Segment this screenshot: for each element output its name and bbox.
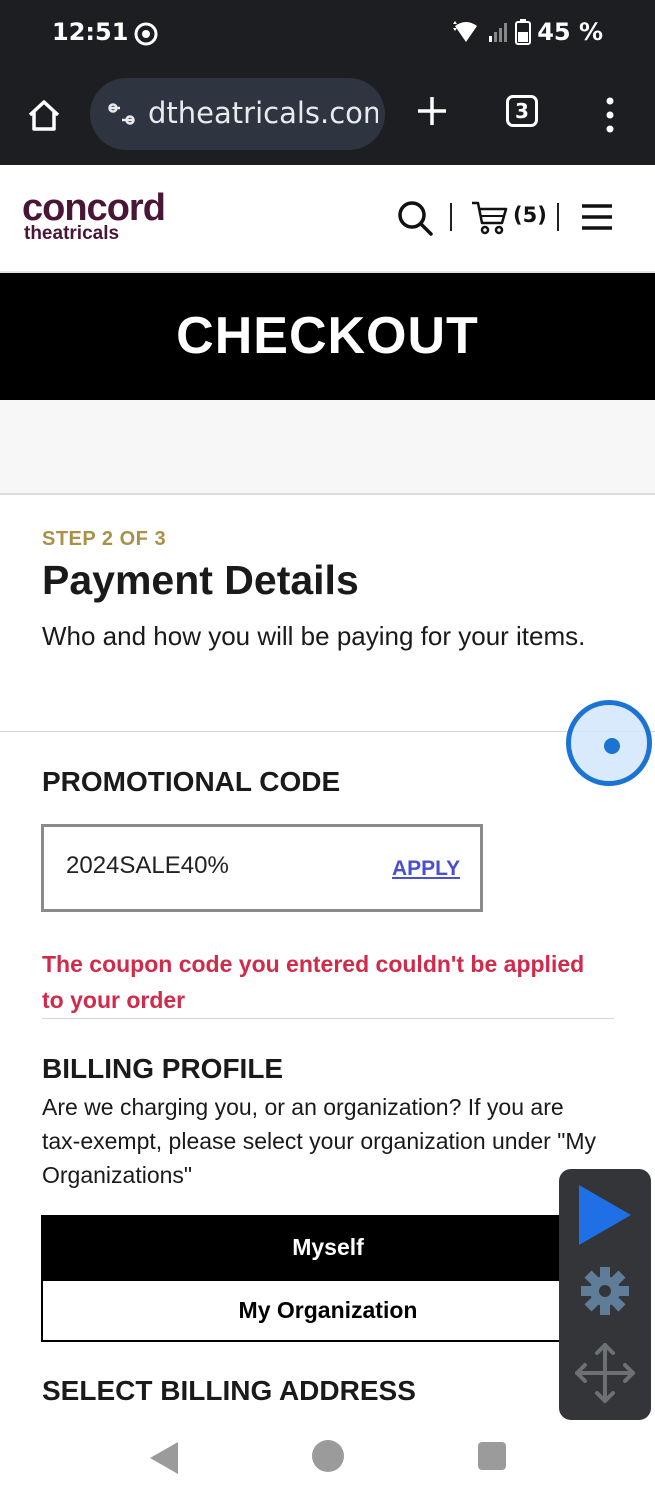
apply-button[interactable]: APPLY	[392, 857, 460, 881]
touch-dot	[604, 738, 620, 754]
promo-error: The coupon code you entered couldn't be …	[42, 951, 585, 1013]
billing-myself-button[interactable]: Myself	[41, 1215, 615, 1279]
site-header: concord theatricals (5)	[0, 165, 655, 273]
status-time: 12:51	[52, 18, 129, 46]
hamburger-icon[interactable]	[580, 203, 614, 231]
header-divider	[450, 203, 452, 231]
address-bar[interactable]: dtheatricals.com	[90, 78, 385, 150]
divider	[0, 731, 655, 732]
more-icon[interactable]	[600, 95, 620, 135]
cart-icon	[472, 201, 508, 235]
cart-button[interactable]: (5)	[470, 197, 550, 237]
billing-description: Are we charging you, or an organization?…	[42, 1094, 597, 1188]
site-info-icon[interactable]	[108, 102, 136, 126]
move-icon[interactable]	[573, 1341, 637, 1405]
system-nav-bar	[0, 1420, 655, 1500]
divider	[42, 1018, 614, 1019]
status-bar: 12:51 45 %	[0, 0, 655, 68]
floating-toolbox	[559, 1169, 651, 1420]
gear-icon[interactable]	[579, 1265, 631, 1317]
checkout-banner: CHECKOUT	[0, 273, 655, 400]
cart-count: (5)	[513, 203, 547, 227]
tabs-icon[interactable]: 3	[506, 95, 538, 127]
browser-toolbar: dtheatricals.com 3	[0, 68, 655, 167]
floating-touch-target[interactable]	[566, 700, 652, 786]
progress-strip	[0, 400, 655, 495]
signal-icon	[489, 23, 508, 42]
promo-code-input[interactable]	[66, 852, 366, 880]
section-subtitle: Who and how you will be paying for your …	[42, 621, 586, 651]
billing-organization-button[interactable]: My Organization	[41, 1279, 615, 1342]
page-title: CHECKOUT	[176, 307, 479, 365]
step-indicator: STEP 2 OF 3	[42, 528, 167, 550]
battery-icon	[515, 19, 532, 45]
promo-heading: PROMOTIONAL CODE	[42, 766, 341, 797]
header-divider	[557, 203, 559, 231]
billing-address-heading: SELECT BILLING ADDRESS	[42, 1375, 416, 1406]
chrome-icon	[134, 22, 158, 46]
logo-sub[interactable]: theatricals	[24, 223, 119, 245]
nav-back-icon[interactable]	[148, 1440, 180, 1476]
promo-field[interactable]: APPLY	[41, 824, 483, 912]
billing-heading: BILLING PROFILE	[42, 1053, 284, 1084]
system-indicators: 45 %	[451, 18, 603, 46]
battery-percent: 45 %	[537, 18, 603, 46]
play-icon[interactable]	[575, 1183, 635, 1247]
wifi-icon	[453, 21, 478, 42]
nav-recents-icon[interactable]	[478, 1442, 506, 1470]
url-text[interactable]: dtheatricals.com	[148, 96, 378, 130]
section-title: Payment Details	[42, 557, 359, 603]
home-icon[interactable]	[24, 95, 64, 135]
new-tab-icon[interactable]	[414, 93, 450, 129]
search-icon[interactable]	[396, 199, 434, 237]
nav-home-icon[interactable]	[312, 1440, 344, 1472]
